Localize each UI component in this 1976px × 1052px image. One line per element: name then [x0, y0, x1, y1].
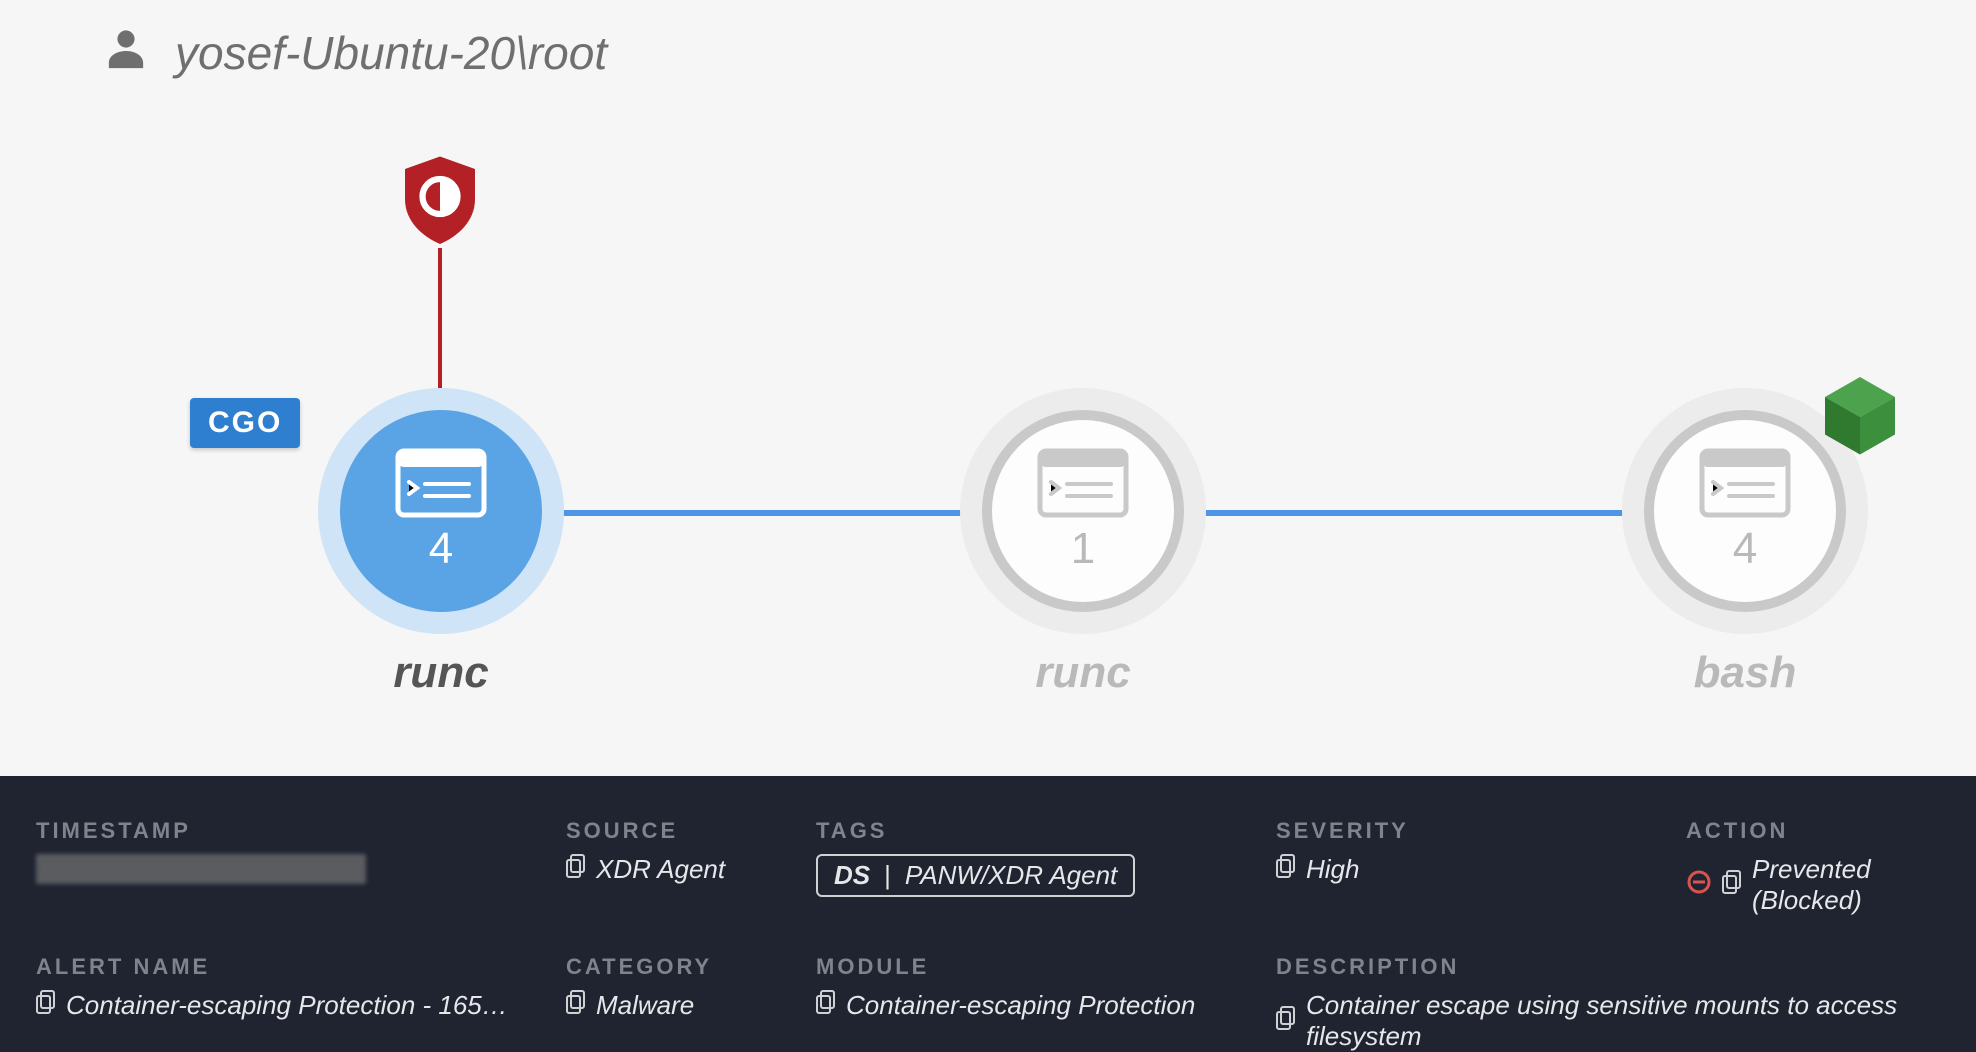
tags-label: TAGS — [816, 818, 1276, 844]
user-header: yosef-Ubuntu-20\root — [105, 26, 607, 80]
cgo-badge: CGO — [190, 398, 300, 448]
node-label: runc — [318, 648, 564, 698]
blocked-icon — [1686, 869, 1712, 902]
alertname-label: ALERT NAME — [36, 954, 566, 980]
user-icon — [105, 27, 147, 80]
field-timestamp: TIMESTAMP — [36, 818, 566, 916]
field-tags: TAGS DS | PANW/XDR Agent — [816, 818, 1276, 916]
process-node-runc-active[interactable]: 4 runc — [318, 388, 564, 634]
action-label: ACTION — [1686, 818, 1940, 844]
category-value: Malware — [596, 990, 694, 1021]
user-label: yosef-Ubuntu-20\root — [175, 26, 607, 80]
category-label: CATEGORY — [566, 954, 816, 980]
severity-label: SEVERITY — [1276, 818, 1686, 844]
shield-alert-icon — [400, 154, 480, 246]
copy-icon[interactable] — [1722, 870, 1742, 901]
container-cube-icon — [1820, 372, 1900, 458]
terminal-icon — [1699, 448, 1791, 518]
terminal-icon — [1037, 448, 1129, 518]
alertname-value: Container-escaping Protection - 165… — [66, 990, 508, 1021]
cgo-badge-text: CGO — [208, 406, 282, 439]
tag-sep: | — [884, 860, 891, 891]
description-value: Container escape using sensitive mounts … — [1306, 990, 1940, 1052]
field-action: ACTION Prevented (Blocked) — [1686, 818, 1940, 916]
node-count: 4 — [1733, 524, 1757, 574]
field-severity: SEVERITY High — [1276, 818, 1686, 916]
copy-icon[interactable] — [816, 990, 836, 1021]
node-label: bash — [1622, 648, 1868, 698]
process-node-runc[interactable]: 1 runc — [960, 388, 1206, 634]
field-source: SOURCE XDR Agent — [566, 818, 816, 916]
timestamp-redacted — [36, 854, 366, 884]
node-label: runc — [960, 648, 1206, 698]
module-label: MODULE — [816, 954, 1276, 980]
node-count: 4 — [429, 524, 453, 574]
field-category: CATEGORY Malware — [566, 954, 816, 1052]
node-count: 1 — [1071, 524, 1095, 574]
tag-ds: DS — [834, 860, 870, 891]
module-value: Container-escaping Protection — [846, 990, 1195, 1021]
copy-icon[interactable] — [566, 990, 586, 1021]
copy-icon[interactable] — [1276, 854, 1296, 885]
source-label: SOURCE — [566, 818, 816, 844]
source-value: XDR Agent — [596, 854, 725, 885]
edge-alert — [438, 248, 442, 396]
tag-value: PANW/XDR Agent — [905, 860, 1117, 891]
field-module: MODULE Container-escaping Protection — [816, 954, 1276, 1052]
copy-icon[interactable] — [566, 854, 586, 885]
action-value: Prevented (Blocked) — [1752, 854, 1940, 916]
causality-graph: yosef-Ubuntu-20\root CGO — [0, 0, 1976, 776]
copy-icon[interactable] — [1276, 1006, 1296, 1037]
timestamp-label: TIMESTAMP — [36, 818, 566, 844]
tag-pill[interactable]: DS | PANW/XDR Agent — [816, 854, 1135, 897]
severity-value: High — [1306, 854, 1359, 885]
description-label: DESCRIPTION — [1276, 954, 1940, 980]
terminal-icon — [395, 448, 487, 518]
edge — [1190, 510, 1636, 516]
field-alert-name: ALERT NAME Container-escaping Protection… — [36, 954, 566, 1052]
copy-icon[interactable] — [36, 990, 56, 1021]
alert-details-panel: TIMESTAMP SOURCE XDR Agent TAGS DS | PAN… — [0, 776, 1976, 1052]
field-description: DESCRIPTION Container escape using sensi… — [1276, 954, 1940, 1052]
edge — [540, 510, 970, 516]
